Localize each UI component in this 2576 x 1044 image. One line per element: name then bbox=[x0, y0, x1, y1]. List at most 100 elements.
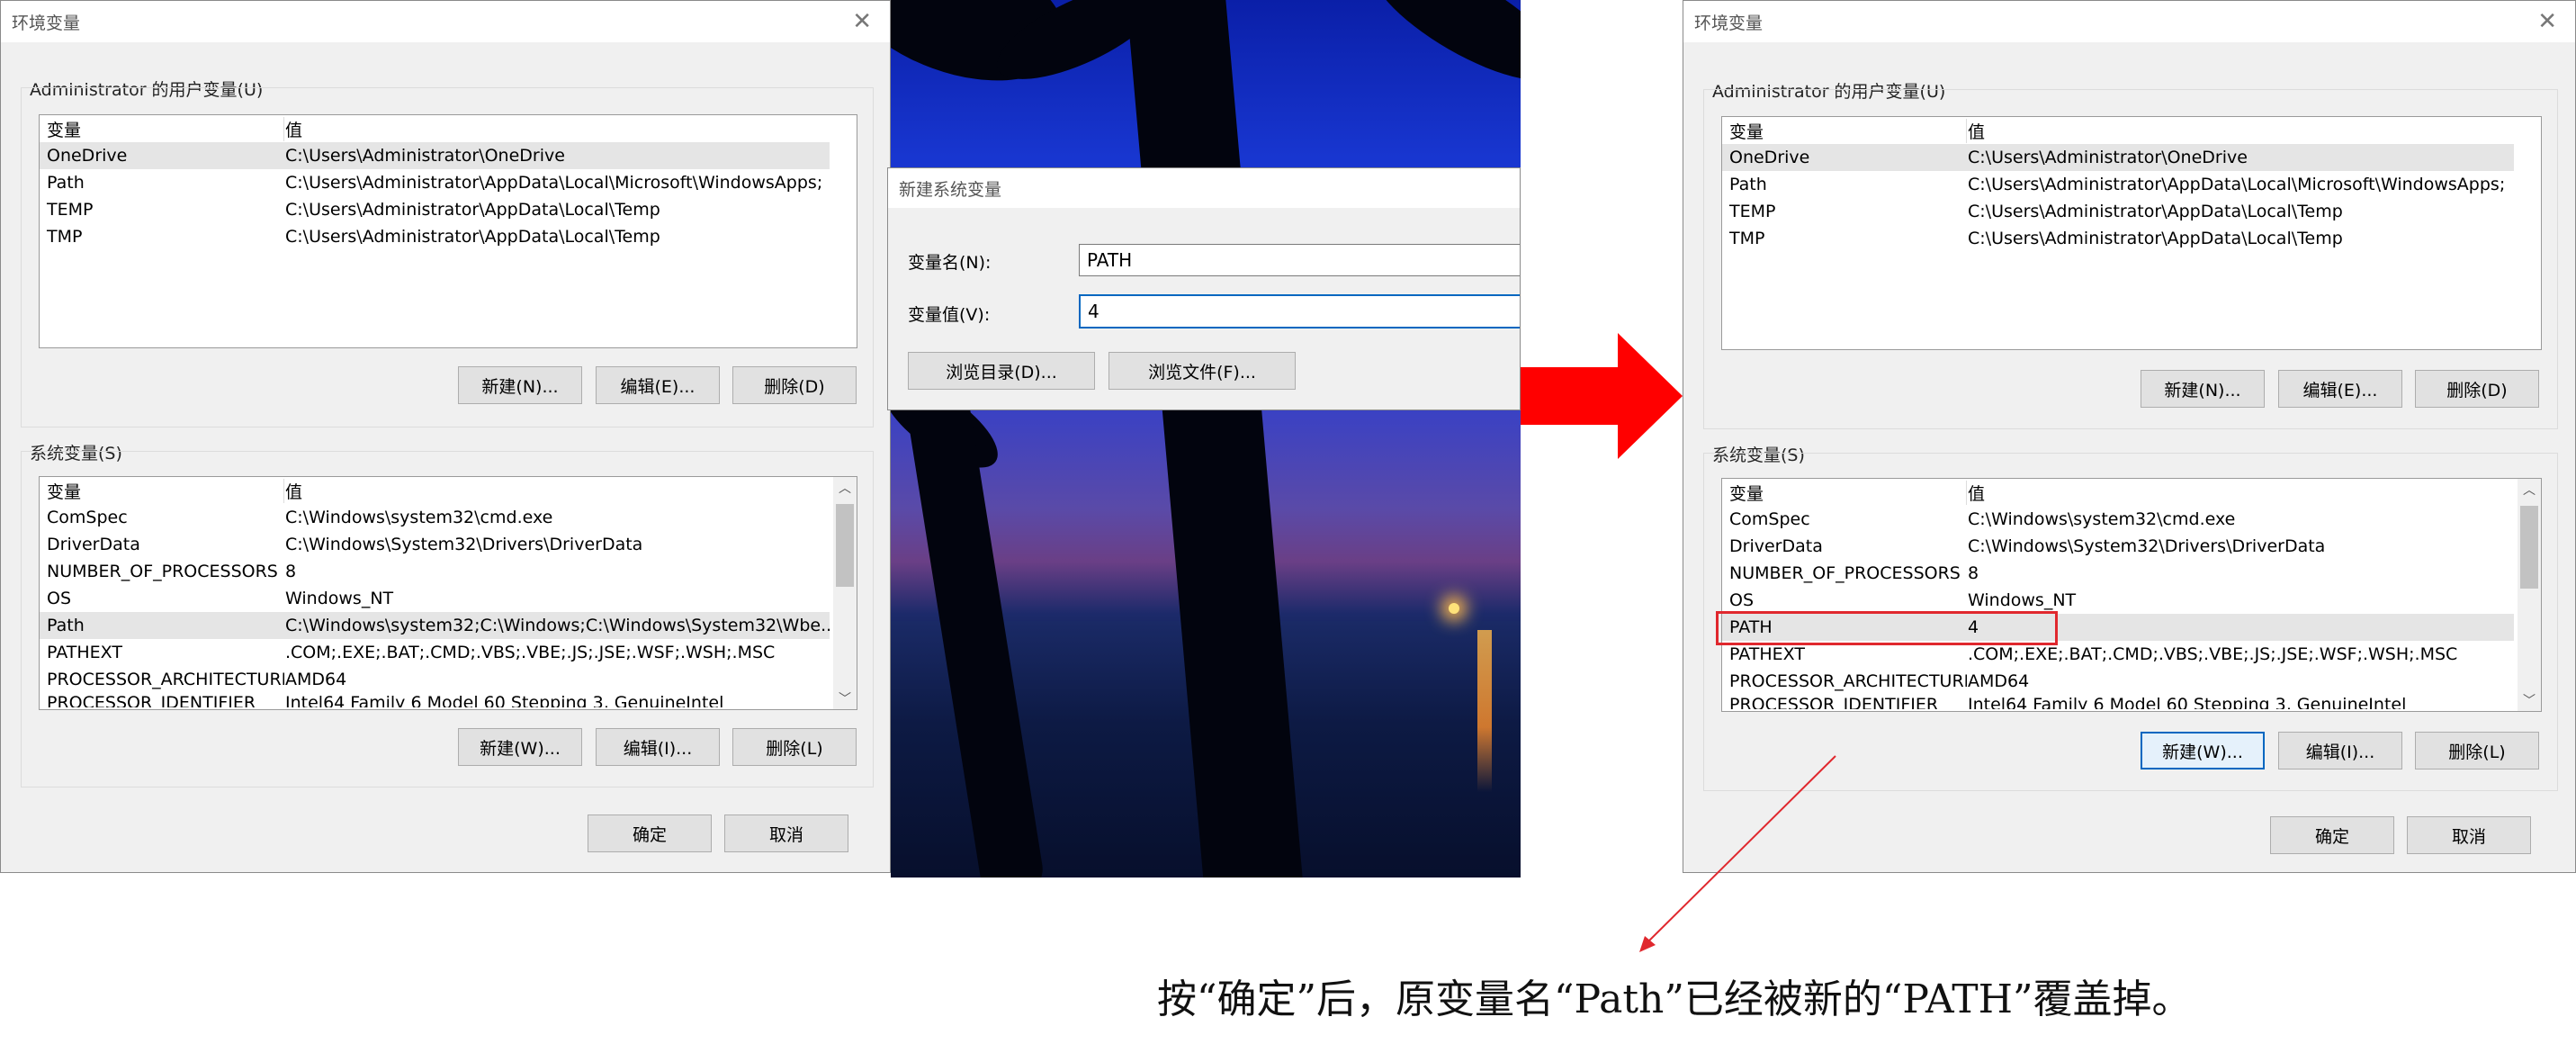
list-item[interactable]: OS Windows_NT bbox=[40, 585, 857, 612]
scroll-up-icon[interactable]: ︿ bbox=[2518, 481, 2541, 499]
var-name: NUMBER_OF_PROCESSORS bbox=[1729, 563, 1961, 583]
title-bar: 环境变量 ✕ bbox=[1683, 1, 2575, 42]
list-item[interactable]: TMP C:\Users\Administrator\AppData\Local… bbox=[40, 223, 857, 250]
var-value: C:\Windows\System32\Drivers\DriverData bbox=[285, 535, 643, 554]
list-item[interactable]: PROCESSOR_ARCHITECTURE AMD64 bbox=[1722, 668, 2541, 695]
scroll-down-icon[interactable]: ﹀ bbox=[2518, 691, 2541, 709]
cancel-button[interactable]: 取消 bbox=[2407, 816, 2531, 854]
highlight-box bbox=[1716, 611, 2058, 645]
var-value: C:\Windows\system32\cmd.exe bbox=[285, 508, 553, 527]
var-name: TMP bbox=[1729, 229, 1765, 248]
system-delete-button[interactable]: 删除(L) bbox=[2415, 732, 2539, 770]
user-delete-button[interactable]: 删除(D) bbox=[2415, 370, 2539, 408]
list-header: 变量 值 bbox=[40, 477, 857, 504]
var-name: PROCESSOR_ARCHITECTURE bbox=[47, 670, 284, 689]
annotation-arrow bbox=[1639, 755, 1836, 952]
var-name: OS bbox=[1729, 590, 1755, 610]
user-edit-button[interactable]: 编辑(E)... bbox=[2278, 370, 2402, 408]
list-item[interactable]: TEMP C:\Users\Administrator\AppData\Loca… bbox=[40, 196, 857, 223]
user-vars-list[interactable]: 变量 值 OneDrive C:\Users\Administrator\One… bbox=[39, 114, 857, 348]
list-item[interactable]: DriverData C:\Windows\System32\Drivers\Dr… bbox=[40, 531, 857, 558]
user-delete-button[interactable]: 删除(D) bbox=[732, 366, 857, 404]
var-name: Path bbox=[1729, 175, 1767, 194]
var-value: Intel64 Family 6 Model 60 Stepping 3, Ge… bbox=[285, 693, 724, 707]
wallpaper-palm-frond bbox=[1355, 0, 1521, 104]
right-arrow-icon bbox=[1521, 333, 1683, 459]
list-item[interactable]: PATHEXT .COM;.EXE;.BAT;.CMD;.VBS;.VBE;.JS… bbox=[40, 639, 857, 666]
list-item[interactable]: Path C:\Users\Administrator\AppData\Loca… bbox=[40, 169, 857, 196]
list-item[interactable]: OneDrive C:\Users\Administrator\OneDrive bbox=[1722, 144, 2514, 171]
scroll-up-icon[interactable]: ︿ bbox=[833, 479, 857, 497]
header-value: 值 bbox=[285, 120, 303, 140]
list-item[interactable]: Path C:\Windows\system32;C:\Windows;C:\Wi… bbox=[40, 612, 830, 639]
list-item[interactable]: OS Windows_NT bbox=[1722, 587, 2541, 614]
list-item[interactable]: PROCESSOR_ARCHITECTURE AMD64 bbox=[40, 666, 857, 693]
var-name-input[interactable]: PATH bbox=[1079, 244, 1520, 276]
var-value: C:\Windows\system32;C:\Windows;C:\Window… bbox=[285, 616, 830, 635]
title-bar: 环境变量 ✕ bbox=[1, 1, 890, 42]
system-vars-list[interactable]: 变量 值 ComSpec C:\Windows\system32\cmd.exe … bbox=[39, 476, 857, 710]
list-item[interactable]: OneDrive C:\Users\Administrator\OneDrive bbox=[40, 142, 830, 169]
var-name: NUMBER_OF_PROCESSORS bbox=[47, 562, 278, 581]
user-vars-list[interactable]: 变量 值 OneDrive C:\Users\Administrator\OneD… bbox=[1721, 116, 2542, 350]
var-value: C:\Users\Administrator\AppData\Local\Tem… bbox=[1968, 202, 2343, 221]
ok-button[interactable]: 确定 bbox=[2270, 816, 2394, 854]
env-vars-window-left: 环境变量 ✕ Administrator 的用户变量(U) 变量 值 OneDr… bbox=[0, 0, 891, 873]
scrollbar-thumb[interactable] bbox=[836, 504, 854, 587]
user-new-button[interactable]: 新建(N)... bbox=[458, 366, 582, 404]
system-vars-list[interactable]: 变量 值 ComSpec C:\Windows\system32\cmd.exe … bbox=[1721, 478, 2542, 712]
var-name: DriverData bbox=[1729, 536, 1823, 556]
user-new-button[interactable]: 新建(N)... bbox=[2141, 370, 2265, 408]
header-name: 变量 bbox=[1722, 480, 1967, 505]
var-value-input[interactable]: 4 bbox=[1079, 294, 1520, 328]
var-value: C:\Windows\system32\cmd.exe bbox=[1968, 509, 2236, 529]
list-item[interactable]: ComSpec C:\Windows\system32\cmd.exe bbox=[1722, 506, 2541, 533]
list-item[interactable]: NUMBER_OF_PROCESSORS 8 bbox=[40, 558, 857, 585]
scrollbar[interactable]: ︿ ﹀ bbox=[833, 477, 857, 709]
var-value: C:\Users\Administrator\AppData\Local\Tem… bbox=[1968, 229, 2343, 248]
window-title: 环境变量 bbox=[12, 13, 81, 33]
user-edit-button[interactable]: 编辑(E)... bbox=[596, 366, 720, 404]
ok-button[interactable]: 确定 bbox=[588, 814, 712, 852]
scroll-down-icon[interactable]: ﹀ bbox=[833, 689, 857, 707]
list-item[interactable]: PROCESSOR_IDENTIFIER Intel64 Family 6 Mod… bbox=[40, 693, 857, 707]
desktop-wallpaper bbox=[891, 0, 1521, 878]
var-name: PATHEXT bbox=[47, 643, 122, 662]
var-value: C:\Users\Administrator\OneDrive bbox=[285, 146, 565, 166]
close-icon[interactable]: ✕ bbox=[852, 10, 872, 33]
header-value: 值 bbox=[1968, 122, 1986, 142]
var-value: C:\Users\Administrator\AppData\Local\Tem… bbox=[285, 200, 660, 220]
system-edit-button[interactable]: 编辑(I)... bbox=[596, 728, 720, 766]
list-item[interactable]: NUMBER_OF_PROCESSORS 8 bbox=[1722, 560, 2541, 587]
close-icon[interactable]: ✕ bbox=[2537, 10, 2557, 33]
header-name: 变量 bbox=[40, 478, 284, 503]
var-name: TEMP bbox=[1729, 202, 1776, 221]
list-header: 变量 值 bbox=[40, 115, 857, 142]
system-new-button[interactable]: 新建(W)... bbox=[2141, 732, 2265, 770]
browse-file-button[interactable]: 浏览文件(F)... bbox=[1108, 352, 1296, 390]
wallpaper-light bbox=[1449, 603, 1459, 614]
scrollbar[interactable]: ︿ ﹀ bbox=[2518, 479, 2541, 711]
header-value: 值 bbox=[1968, 483, 1986, 504]
list-item[interactable]: DriverData C:\Windows\System32\Drivers\Dr… bbox=[1722, 533, 2541, 560]
list-item[interactable]: TMP C:\Users\Administrator\AppData\Local\… bbox=[1722, 225, 2541, 252]
var-name: OS bbox=[47, 589, 72, 608]
header-name: 变量 bbox=[1722, 118, 1967, 143]
var-name: TEMP bbox=[47, 200, 94, 220]
var-value: 8 bbox=[285, 562, 297, 581]
list-item[interactable]: TEMP C:\Users\Administrator\AppData\Local… bbox=[1722, 198, 2541, 225]
list-item[interactable]: ComSpec C:\Windows\system32\cmd.exe bbox=[40, 504, 857, 531]
var-value: Intel64 Family 6 Model 60 Stepping 3, Ge… bbox=[1968, 695, 2407, 709]
browse-directory-button[interactable]: 浏览目录(D)... bbox=[908, 352, 1095, 390]
var-name: Path bbox=[47, 616, 85, 635]
header-value: 值 bbox=[285, 482, 303, 502]
list-item[interactable]: PROCESSOR_IDENTIFIER Intel64 Family 6 Mod… bbox=[1722, 695, 2541, 709]
list-item[interactable]: Path C:\Users\Administrator\AppData\Local… bbox=[1722, 171, 2541, 198]
system-edit-button[interactable]: 编辑(I)... bbox=[2278, 732, 2402, 770]
var-value: C:\Windows\System32\Drivers\DriverData bbox=[1968, 536, 2326, 556]
cancel-button[interactable]: 取消 bbox=[724, 814, 848, 852]
scrollbar-thumb[interactable] bbox=[2520, 506, 2538, 589]
system-delete-button[interactable]: 删除(L) bbox=[732, 728, 857, 766]
var-name: OneDrive bbox=[47, 146, 128, 166]
system-new-button[interactable]: 新建(W)... bbox=[458, 728, 582, 766]
